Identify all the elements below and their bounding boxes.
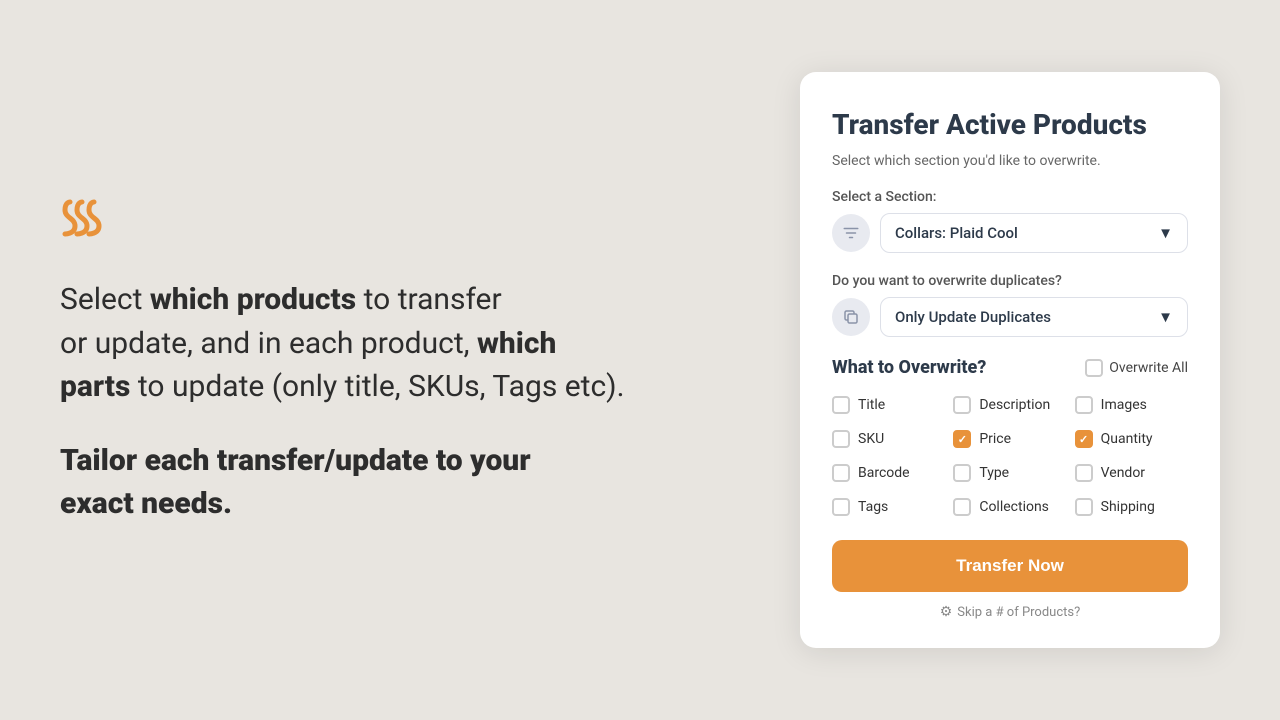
checkbox-collections-box[interactable] xyxy=(953,498,971,516)
section-dropdown[interactable]: Collars: Plaid Cool ▼ xyxy=(880,213,1188,253)
copy-icon xyxy=(842,308,860,326)
skip-icon: ⚙ xyxy=(940,604,953,620)
duplicates-dropdown[interactable]: Only Update Duplicates ▼ xyxy=(880,297,1188,337)
checkbox-shipping[interactable]: Shipping xyxy=(1075,498,1188,516)
transfer-card: Transfer Active Products Select which se… xyxy=(800,72,1220,648)
duplicates-label: Do you want to overwrite duplicates? xyxy=(832,273,1188,289)
checkbox-tags[interactable]: Tags xyxy=(832,498,945,516)
overwrite-all-label[interactable]: Overwrite All xyxy=(1085,359,1188,377)
chevron-down-icon: ▼ xyxy=(1158,224,1173,242)
checkbox-quantity-box[interactable] xyxy=(1075,430,1093,448)
section-select-row: Collars: Plaid Cool ▼ xyxy=(832,213,1188,253)
checkbox-shipping-label: Shipping xyxy=(1101,499,1155,515)
duplicates-dropdown-value: Only Update Duplicates xyxy=(895,308,1051,326)
filter-icon xyxy=(842,224,860,242)
skip-link-text: Skip a # of Products? xyxy=(957,605,1080,620)
checkbox-description-label: Description xyxy=(979,397,1050,413)
checkbox-images-box[interactable] xyxy=(1075,396,1093,414)
filter-icon-container xyxy=(832,214,870,252)
checkbox-price-box[interactable] xyxy=(953,430,971,448)
overwrite-title: What to Overwrite? xyxy=(832,357,986,378)
checkbox-shipping-box[interactable] xyxy=(1075,498,1093,516)
checkbox-type-box[interactable] xyxy=(953,464,971,482)
checkbox-description-box[interactable] xyxy=(953,396,971,414)
skip-link[interactable]: ⚙ Skip a # of Products? xyxy=(832,604,1188,620)
checkbox-barcode-box[interactable] xyxy=(832,464,850,482)
left-panel: Select which products to transfer or upd… xyxy=(60,194,700,526)
checkbox-vendor[interactable]: Vendor xyxy=(1075,464,1188,482)
checkbox-title-label: Title xyxy=(858,397,885,413)
checkbox-vendor-label: Vendor xyxy=(1101,465,1145,481)
checkbox-price-label: Price xyxy=(979,431,1011,447)
chevron-down-icon-2: ▼ xyxy=(1158,308,1173,326)
checkbox-grid: Title Description Images SKU Price Quant… xyxy=(832,396,1188,516)
section-dropdown-value: Collars: Plaid Cool xyxy=(895,224,1018,242)
checkbox-vendor-box[interactable] xyxy=(1075,464,1093,482)
checkbox-type-label: Type xyxy=(979,465,1009,481)
copy-icon-container xyxy=(832,298,870,336)
card-title: Transfer Active Products xyxy=(832,108,1188,141)
card-subtitle: Select which section you'd like to overw… xyxy=(832,153,1188,169)
checkbox-barcode[interactable]: Barcode xyxy=(832,464,945,482)
checkbox-sku[interactable]: SKU xyxy=(832,430,945,448)
checkbox-images[interactable]: Images xyxy=(1075,396,1188,414)
checkbox-tags-box[interactable] xyxy=(832,498,850,516)
overwrite-all-checkbox[interactable] xyxy=(1085,359,1103,377)
main-description: Select which products to transfer or upd… xyxy=(60,278,660,409)
checkbox-sku-label: SKU xyxy=(858,431,884,447)
checkbox-quantity-label: Quantity xyxy=(1101,431,1153,447)
checkbox-sku-box[interactable] xyxy=(832,430,850,448)
checkbox-quantity[interactable]: Quantity xyxy=(1075,430,1188,448)
checkbox-price[interactable]: Price xyxy=(953,430,1066,448)
transfer-now-button[interactable]: Transfer Now xyxy=(832,540,1188,592)
overwrite-all-text: Overwrite All xyxy=(1109,360,1188,376)
checkbox-tags-label: Tags xyxy=(858,499,888,515)
checkbox-description[interactable]: Description xyxy=(953,396,1066,414)
overwrite-header: What to Overwrite? Overwrite All xyxy=(832,357,1188,378)
checkbox-barcode-label: Barcode xyxy=(858,465,910,481)
section-select-label: Select a Section: xyxy=(832,189,1188,205)
tagline: Tailor each transfer/update to yourexact… xyxy=(60,439,660,526)
checkbox-images-label: Images xyxy=(1101,397,1147,413)
duplicates-select-row: Only Update Duplicates ▼ xyxy=(832,297,1188,337)
checkbox-collections-label: Collections xyxy=(979,499,1049,515)
checkbox-title[interactable]: Title xyxy=(832,396,945,414)
logo xyxy=(60,194,660,248)
checkbox-type[interactable]: Type xyxy=(953,464,1066,482)
checkbox-collections[interactable]: Collections xyxy=(953,498,1066,516)
checkbox-title-box[interactable] xyxy=(832,396,850,414)
